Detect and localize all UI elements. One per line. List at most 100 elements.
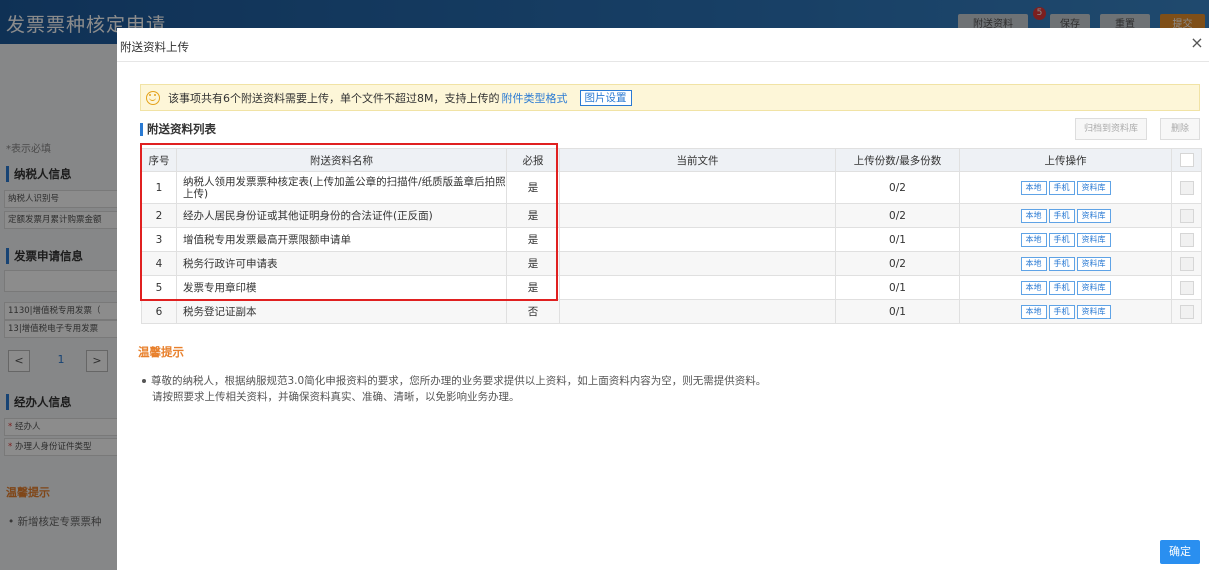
upload-dialog: 附送资料上传 × 该事项共有6个附送资料需要上传，单个文件不超过8M，支持上传的… [117, 28, 1209, 570]
table-row: 2 经办人居民身份证或其他证明身份的合法证件(正反面) 是 0/2 本地 手机 资料库 [141, 203, 1202, 228]
table-header: 序号 附送资料名称 必报 当前文件 上传份数/最多份数 上传操作 [141, 148, 1202, 172]
row-checkbox[interactable] [1179, 232, 1194, 247]
row-ops: 本地 手机 资料库 [959, 299, 1172, 324]
row-name: 纳税人领用发票票种核定表(上传加盖公章的扫描件/纸质版盖章后拍照上传) [176, 171, 507, 204]
phone-upload-button[interactable]: 手机 [1048, 232, 1075, 247]
row-count: 0/1 [835, 275, 960, 300]
tips-body: 尊敬的纳税人，根据纳服规范3.0简化申报资料的要求，您所办理的业务要求提供以上资… [142, 373, 766, 405]
row-ops: 本地 手机 资料库 [959, 203, 1172, 228]
row-required: 否 [506, 299, 560, 324]
phone-upload-button[interactable]: 手机 [1048, 256, 1075, 271]
library-upload-button[interactable]: 资料库 [1076, 180, 1111, 195]
row-select-cell [1171, 299, 1202, 324]
phone-upload-button[interactable]: 手机 [1048, 304, 1075, 319]
local-upload-button[interactable]: 本地 [1020, 304, 1047, 319]
row-file [559, 299, 836, 324]
row-file [559, 275, 836, 300]
row-ops: 本地 手机 资料库 [959, 275, 1172, 300]
row-select-cell [1171, 171, 1202, 204]
row-checkbox[interactable] [1179, 280, 1194, 295]
smile-icon [146, 90, 160, 105]
row-file [559, 203, 836, 228]
row-no: 5 [141, 275, 177, 300]
local-upload-button[interactable]: 本地 [1020, 232, 1047, 247]
row-select-cell [1171, 203, 1202, 228]
row-count: 0/2 [835, 251, 960, 276]
col-ops: 上传操作 [959, 148, 1172, 172]
dialog-title: 附送资料上传 [120, 40, 189, 54]
table-row: 5 发票专用章印模是 0/1 本地 手机 资料库 [141, 275, 1202, 300]
select-all-checkbox[interactable] [1179, 153, 1194, 167]
row-required: 是 [506, 171, 560, 204]
table-row: 4 税务行政许可申请表是 0/2 本地 手机 资料库 [141, 251, 1202, 276]
phone-upload-button[interactable]: 手机 [1048, 208, 1075, 223]
file-types-link[interactable]: 附件类型格式 [502, 90, 568, 106]
row-ops: 本地 手机 资料库 [959, 227, 1172, 252]
row-required: 是 [506, 203, 560, 228]
library-upload-button[interactable]: 资料库 [1076, 304, 1111, 319]
tips-line: 尊敬的纳税人，根据纳服规范3.0简化申报资料的要求，您所办理的业务要求提供以上资… [151, 375, 767, 387]
row-name: 税务登记证副本 [176, 299, 507, 324]
row-required: 是 [506, 275, 560, 300]
tips-title: 温馨提示 [138, 345, 184, 359]
library-upload-button[interactable]: 资料库 [1076, 280, 1111, 295]
row-file [559, 227, 836, 252]
delete-button[interactable]: 删除 [1160, 118, 1200, 140]
row-select-cell [1171, 275, 1202, 300]
archive-button[interactable]: 归档到资料库 [1075, 118, 1147, 140]
row-required: 是 [506, 251, 560, 276]
row-no: 2 [141, 203, 177, 228]
attachments-table: 序号 附送资料名称 必报 当前文件 上传份数/最多份数 上传操作 1 纳税人领用发… [141, 148, 1202, 324]
row-select-cell [1171, 227, 1202, 252]
upload-notice: 该事项共有6个附送资料需要上传，单个文件不超过8M，支持上传的 附件类型格式 图… [140, 84, 1200, 111]
phone-upload-button[interactable]: 手机 [1048, 280, 1075, 295]
notice-text: 该事项共有6个附送资料需要上传，单个文件不超过8M，支持上传的 [168, 91, 500, 105]
local-upload-button[interactable]: 本地 [1020, 180, 1047, 195]
local-upload-button[interactable]: 本地 [1020, 280, 1047, 295]
row-file [559, 171, 836, 204]
dialog-divider [117, 61, 1209, 62]
list-title: 附送资料列表 [140, 123, 216, 136]
confirm-button[interactable]: 确定 [1160, 540, 1200, 564]
local-upload-button[interactable]: 本地 [1020, 208, 1047, 223]
col-no: 序号 [141, 148, 177, 172]
row-name: 经办人居民身份证或其他证明身份的合法证件(正反面) [176, 203, 507, 228]
row-checkbox[interactable] [1179, 180, 1194, 195]
row-required: 是 [506, 227, 560, 252]
col-file: 当前文件 [559, 148, 836, 172]
library-upload-button[interactable]: 资料库 [1076, 208, 1111, 223]
row-ops: 本地 手机 资料库 [959, 171, 1172, 204]
row-name: 发票专用章印模 [176, 275, 507, 300]
row-checkbox[interactable] [1179, 256, 1194, 271]
table-row: 6 税务登记证副本否 0/1 本地 手机 资料库 [141, 299, 1202, 324]
row-ops: 本地 手机 资料库 [959, 251, 1172, 276]
local-upload-button[interactable]: 本地 [1020, 256, 1047, 271]
row-count: 0/2 [835, 171, 960, 204]
col-count: 上传份数/最多份数 [835, 148, 960, 172]
tips-line: 请按照要求上传相关资料，并确保资料真实、准确、清晰，以免影响业务办理。 [152, 391, 520, 403]
phone-upload-button[interactable]: 手机 [1048, 180, 1075, 195]
row-count: 0/2 [835, 203, 960, 228]
row-select-cell [1171, 251, 1202, 276]
table-row: 1 纳税人领用发票票种核定表(上传加盖公章的扫描件/纸质版盖章后拍照上传) 是 0/2… [141, 171, 1202, 204]
row-checkbox[interactable] [1179, 208, 1194, 223]
row-count: 0/1 [835, 227, 960, 252]
row-no: 3 [141, 227, 177, 252]
row-no: 4 [141, 251, 177, 276]
row-name: 增值税专用发票最高开票限额申请单 [176, 227, 507, 252]
col-required: 必报 [506, 148, 560, 172]
row-no: 1 [141, 171, 177, 204]
row-count: 0/1 [835, 299, 960, 324]
library-upload-button[interactable]: 资料库 [1076, 232, 1111, 247]
select-all-cell [1171, 148, 1202, 172]
row-name: 税务行政许可申请表 [176, 251, 507, 276]
row-checkbox[interactable] [1179, 304, 1194, 319]
library-upload-button[interactable]: 资料库 [1076, 256, 1111, 271]
close-icon[interactable]: × [1189, 34, 1205, 52]
col-name: 附送资料名称 [176, 148, 507, 172]
table-row: 3 增值税专用发票最高开票限额申请单是 0/1 本地 手机 资料库 [141, 227, 1202, 252]
image-settings-button[interactable]: 图片设置 [579, 89, 632, 106]
row-file [559, 251, 836, 276]
row-no: 6 [141, 299, 177, 324]
bullet-icon [142, 379, 146, 383]
